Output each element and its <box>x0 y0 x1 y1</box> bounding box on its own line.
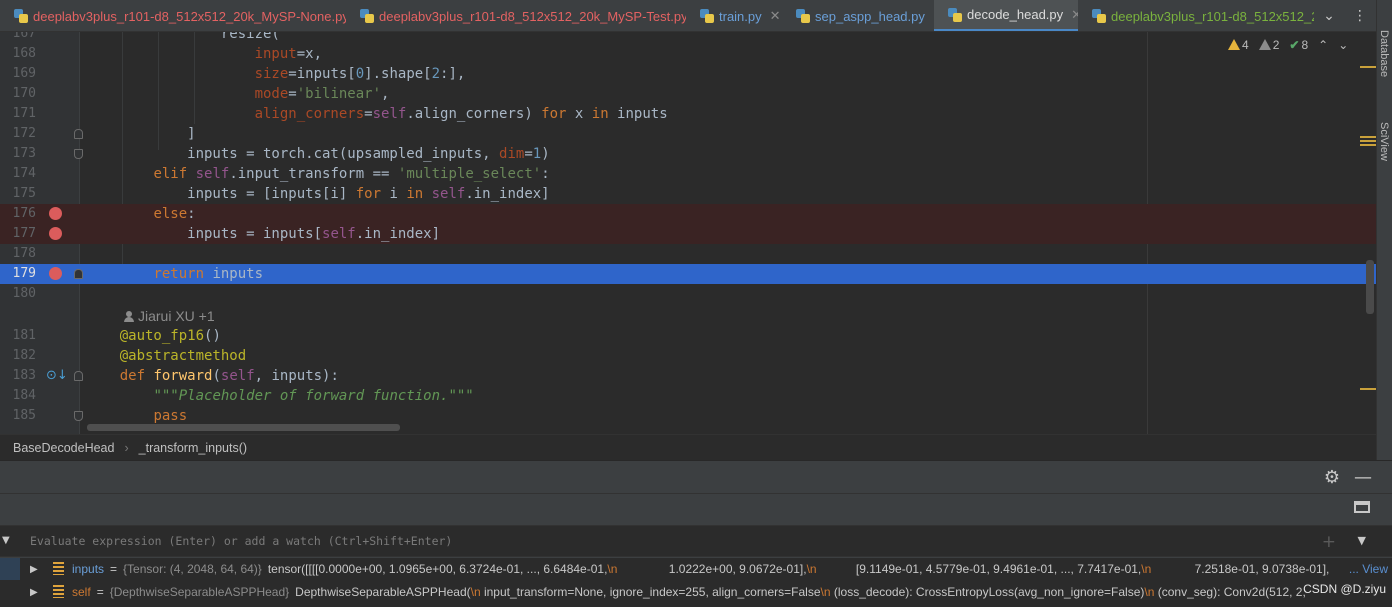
code-line: 171 align_corners=self.align_corners) fo… <box>12 106 668 122</box>
expand-arrow-icon[interactable]: ▶ <box>30 564 38 575</box>
python-file-icon <box>14 9 28 23</box>
evaluate-expression-input[interactable] <box>22 526 1312 556</box>
code-line: 174 elif self.input_transform == 'multip… <box>12 166 550 182</box>
variable-name: self <box>72 585 91 599</box>
variable-type: {Tensor: (4, 2048, 64, 64)} <box>123 562 262 576</box>
layout-settings-icon[interactable] <box>1354 501 1370 513</box>
tab-label: sep_aspp_head.py <box>815 8 925 24</box>
python-file-icon <box>360 9 374 23</box>
breadcrumb: BaseDecodeHead › _transform_inputs() <box>0 434 1376 460</box>
weak-warning-count[interactable]: 2 <box>1258 38 1279 52</box>
code-line: 170 mode='bilinear', <box>12 86 390 102</box>
horizontal-scrollbar[interactable] <box>87 424 400 431</box>
code-line: 180 <box>12 286 36 301</box>
fold-marker-icon[interactable] <box>74 269 83 279</box>
typo-count[interactable]: ✔ 8 <box>1289 38 1308 52</box>
next-highlight-icon[interactable]: ⌄ <box>1338 38 1348 52</box>
tab-sep-aspp-head[interactable]: sep_aspp_head.py ✕ <box>782 0 934 31</box>
python-file-icon <box>948 7 962 22</box>
view-link[interactable]: ... View <box>1345 562 1388 576</box>
tab-overflow-controls: ⌄ ⋮ <box>1314 0 1376 31</box>
code-line: 178 <box>12 246 36 261</box>
code-editor[interactable]: 167 resize( 168 input=x, 169 size=inputs… <box>0 32 1376 434</box>
implemented-method-icon[interactable]: ⊙↓ <box>46 368 68 383</box>
tab-deeplabv3plus-mysp-test[interactable]: deeplabv3plus_r101-d8_512x512_20k_MySP-T… <box>346 0 686 31</box>
add-watch-icon[interactable]: + <box>1322 532 1336 552</box>
warning-icon <box>1228 39 1240 50</box>
evaluate-expression-bar: ▼ + ▼ <box>0 525 1392 557</box>
fold-marker-icon[interactable] <box>74 149 83 159</box>
fold-marker-icon[interactable] <box>74 129 83 139</box>
close-icon[interactable]: ✕ <box>1071 7 1078 23</box>
debug-panel: ⚙ — ▼ + ▼ ▶ inputs = {Tensor: (4, 2048, … <box>0 460 1392 607</box>
code-line: 182 @abstractmethod <box>12 348 247 364</box>
right-tool-strip: Database SciView <box>1376 0 1392 460</box>
fold-marker-icon[interactable] <box>74 371 83 381</box>
close-icon[interactable]: ✕ <box>770 8 781 24</box>
vertical-scrollbar[interactable] <box>1366 260 1374 314</box>
variable-value: DepthwiseSeparableASPPHead(\n input_tran… <box>295 585 1306 599</box>
code-line-breakpoint: 176 else: <box>0 204 1376 224</box>
expand-arrow-icon[interactable]: ▶ <box>30 587 38 598</box>
tab-deeplabv3plus-mysp-none[interactable]: deeplabv3plus_r101-d8_512x512_20k_MySP-N… <box>0 0 346 31</box>
code-line: 183 ⊙↓ def forward(self, inputs): <box>12 368 339 384</box>
breadcrumb-method[interactable]: _transform_inputs() <box>139 441 247 455</box>
code-line: 185 pass <box>12 408 188 424</box>
current-execution-line: 179 return inputs <box>0 264 1376 284</box>
check-icon: ✔ <box>1289 38 1300 52</box>
code-line: 175 inputs = [inputs[i] for i in self.in… <box>12 186 550 202</box>
settings-gear-icon[interactable]: ⚙ <box>1324 467 1340 488</box>
collapse-triangle-icon[interactable]: ▼ <box>2 535 10 546</box>
code-line: 181 @auto_fp16() <box>12 328 221 344</box>
weak-warning-icon <box>1258 39 1271 50</box>
tab-label: deeplabv3plus_r101-d8_512x512_20k_MySP-T… <box>379 8 686 24</box>
editor-tab-bar: deeplabv3plus_r101-d8_512x512_20k_MySP-N… <box>0 0 1376 32</box>
database-tool-button[interactable]: Database <box>1378 30 1390 77</box>
python-file-icon <box>700 9 714 23</box>
variables-list: ▶ inputs = {Tensor: (4, 2048, 64, 64)} t… <box>0 558 1392 607</box>
watch-dropdown-icon[interactable]: ▼ <box>1358 534 1366 547</box>
code-line: 184 """Placeholder of forward function."… <box>12 388 474 404</box>
breakpoint-icon[interactable] <box>49 227 62 240</box>
object-variable-icon <box>53 585 64 598</box>
code-line-breakpoint: 177 inputs = inputs[self.in_index] <box>0 224 1376 244</box>
breakpoint-icon[interactable] <box>49 267 62 280</box>
code-author-hint[interactable]: Jiarui XU +1 <box>124 308 215 324</box>
watermark: CSDN @D.ziyu <box>1303 582 1386 596</box>
more-vertical-icon[interactable]: ⋮ <box>1353 8 1367 24</box>
variable-row-self[interactable]: ▶ self = {DepthwiseSeparableASPPHead} De… <box>0 581 1392 603</box>
debug-toolbar: ⚙ — <box>1324 467 1372 488</box>
fold-marker-icon[interactable] <box>74 411 83 421</box>
code-line: 167 resize( <box>12 32 280 42</box>
python-file-icon <box>796 9 810 23</box>
previous-highlight-icon[interactable]: ⌃ <box>1318 38 1328 52</box>
code-line: 168 input=x, <box>12 46 323 62</box>
variable-value: tensor([[[[0.0000e+00, 1.0965e+00, 6.372… <box>267 562 1330 576</box>
python-file-icon <box>1092 9 1106 23</box>
tab-label: train.py <box>719 8 762 24</box>
variable-row-inputs[interactable]: ▶ inputs = {Tensor: (4, 2048, 64, 64)} t… <box>0 558 1392 580</box>
code-line: 169 size=inputs[0].shape[2:], <box>12 66 466 82</box>
variable-type: {DepthwiseSeparableASPPHead} <box>109 585 290 599</box>
breadcrumb-separator-icon: › <box>124 440 129 455</box>
tab-decode-head[interactable]: decode_head.py ✕ <box>934 0 1078 31</box>
variable-name: inputs <box>72 562 105 576</box>
debug-frames-area <box>0 493 1392 527</box>
breakpoint-icon[interactable] <box>49 207 62 220</box>
tab-train[interactable]: train.py ✕ <box>686 0 782 31</box>
minimize-icon[interactable]: — <box>1354 467 1372 488</box>
tab-deeplabv3plus-20k[interactable]: deeplabv3plus_r101-d8_512x512_20k <box>1078 0 1314 31</box>
code-line: 172 ] <box>12 126 196 142</box>
tab-label: decode_head.py <box>967 7 1064 22</box>
tab-label: deeplabv3plus_r101-d8_512x512_20k_MySP-N… <box>33 8 346 24</box>
user-icon <box>124 311 134 322</box>
tab-label: deeplabv3plus_r101-d8_512x512_20k <box>1111 8 1314 24</box>
tensor-variable-icon <box>53 562 64 575</box>
inspection-widget[interactable]: 4 2 ✔ 8 ⌃ ⌄ <box>1228 38 1348 52</box>
chevron-down-icon[interactable]: ⌄ <box>1323 8 1335 24</box>
breadcrumb-class[interactable]: BaseDecodeHead <box>13 441 114 455</box>
code-line: 173 inputs = torch.cat(upsampled_inputs,… <box>12 146 550 162</box>
sciview-tool-button[interactable]: SciView <box>1378 122 1390 161</box>
warning-count[interactable]: 4 <box>1228 38 1249 52</box>
